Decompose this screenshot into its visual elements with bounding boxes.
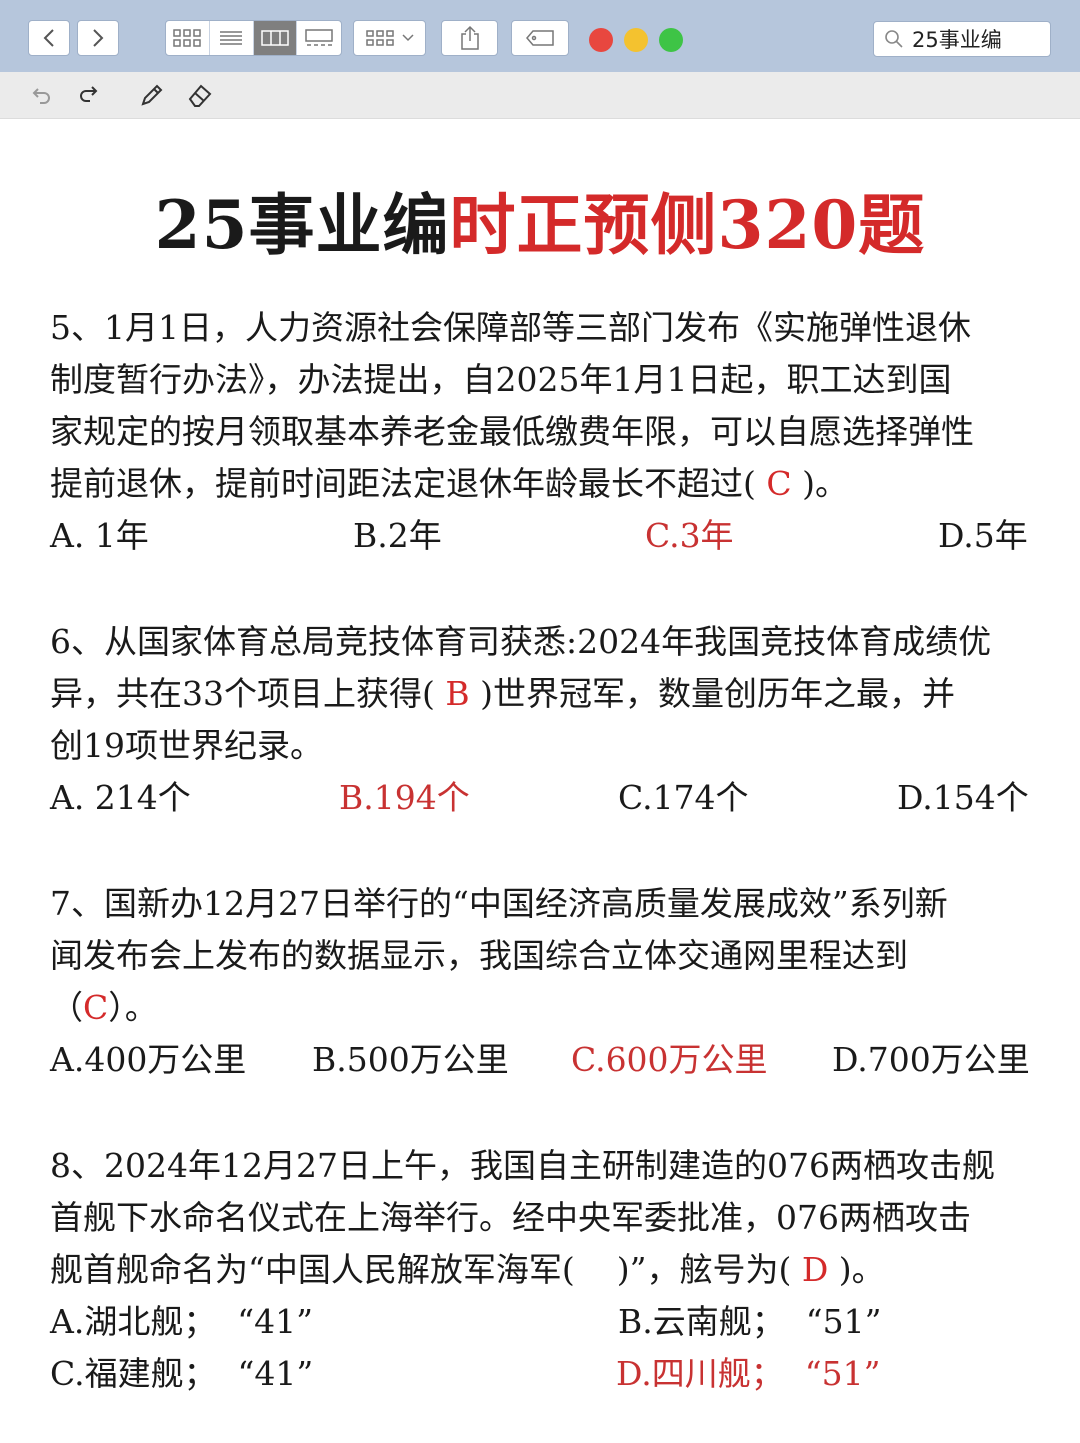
- group-grid-icon: [365, 30, 394, 46]
- option: B.500万公里: [312, 1040, 509, 1079]
- eraser-button[interactable]: [186, 81, 214, 109]
- question-text: )世界冠军，数量创历年之最，并: [480, 674, 956, 713]
- tag-icon: [526, 30, 554, 46]
- pencil-button[interactable]: [138, 81, 166, 109]
- option: C.福建舰； “41”: [50, 1354, 314, 1393]
- correct-option: D.四川舰； “51”: [616, 1354, 881, 1393]
- tag-button[interactable]: [511, 20, 569, 56]
- correct-option: C.600万公里: [571, 1040, 768, 1079]
- question-text: )。: [802, 464, 848, 503]
- title-black: 25事业编: [154, 186, 450, 264]
- options-8-row2: C.福建舰； “41” D.四川舰； “51”: [50, 1348, 1040, 1400]
- column-view-button[interactable]: [253, 21, 298, 55]
- question-7: 7、国新办12月27日举行的“中国经济高质量发展成效”系列新 闻发布会上发布的数…: [50, 878, 1040, 1034]
- option: B.2年: [353, 516, 442, 555]
- question-text: （: [50, 988, 83, 1027]
- option: B.云南舰； “51”: [618, 1302, 882, 1341]
- option: A. 1年: [50, 516, 149, 555]
- undo-icon: [32, 88, 50, 104]
- question-text: ）。: [108, 988, 158, 1027]
- question-line: 5、1月1日，人力资源社会保障部等三部门发布《实施弹性退休: [50, 308, 971, 347]
- gallery-icon: [305, 29, 333, 46]
- redo-button[interactable]: [74, 81, 102, 109]
- options-7: A.400万公里 B.500万公里 C.600万公里 D.700万公里: [50, 1034, 1040, 1086]
- pencil-icon: [141, 84, 163, 106]
- question-text: 异，共在33个项目上获得(: [50, 674, 435, 713]
- question-6: 6、从国家体育总局竞技体育司获悉:2024年我国竞技体育成绩优 异，共在33个项…: [50, 616, 1040, 772]
- eraser-icon: [188, 84, 212, 107]
- option: A.湖北舰； “41”: [50, 1302, 314, 1341]
- option: A. 214个: [50, 778, 191, 817]
- search-field[interactable]: 25事业编: [873, 21, 1051, 57]
- yellow-tag-dot[interactable]: [624, 28, 648, 52]
- back-button[interactable]: [28, 20, 70, 56]
- list-view-button[interactable]: [210, 21, 254, 55]
- green-tag-dot[interactable]: [659, 28, 683, 52]
- list-icon: [220, 31, 243, 45]
- question-line: 7、国新办12月27日举行的“中国经济高质量发展成效”系列新: [50, 884, 948, 923]
- grid-icon: [173, 29, 202, 47]
- correct-option: B.194个: [339, 778, 470, 817]
- question-line: 6、从国家体育总局竞技体育司获悉:2024年我国竞技体育成绩优: [50, 622, 992, 661]
- options-6: A. 214个 B.194个 C.174个 D.154个: [50, 772, 1040, 824]
- option: A.400万公里: [50, 1040, 247, 1079]
- gallery-view-button[interactable]: [297, 21, 341, 55]
- question-line: 家规定的按月领取基本养老金最低缴费年限，可以自愿选择弹性: [50, 412, 974, 451]
- question-text: )。: [838, 1250, 885, 1289]
- option: C.174个: [618, 778, 749, 817]
- question-line: 创19项世界纪录。: [50, 726, 323, 765]
- grid-view-button[interactable]: [166, 21, 210, 55]
- answer-mark: C: [766, 464, 792, 503]
- chevron-left-icon: [43, 29, 54, 47]
- options-5: A. 1年 B.2年 C.3年 D.5年: [50, 510, 1040, 562]
- chevron-right-icon: [93, 29, 104, 47]
- options-8-row1: A.湖北舰； “41” B.云南舰； “51”: [50, 1296, 1040, 1348]
- question-line: 首舰下水命名仪式在上海举行。经中央军委批准，076两栖攻击: [50, 1198, 971, 1237]
- option: D.5年: [938, 516, 1028, 555]
- group-by-dropdown[interactable]: [353, 20, 426, 56]
- answer-mark: C: [83, 988, 109, 1027]
- toolbar: 25事业编: [0, 0, 1080, 73]
- title-red: 时正预侧320题: [449, 186, 926, 264]
- correct-option: C.3年: [645, 516, 734, 555]
- question-text: 舰首舰命名为“中国人民解放军海军( )”，舷号为(: [50, 1250, 792, 1289]
- question-line: 闻发布会上发布的数据显示，我国综合立体交通网里程达到: [50, 936, 908, 975]
- answer-mark: D: [801, 1250, 829, 1289]
- question-line: 提前退休，提前时间距法定退休年龄最长不超过( C )。: [50, 458, 1040, 510]
- edit-toolbar: [0, 72, 1080, 119]
- question-line: 舰首舰命名为“中国人民解放军海军( )”，舷号为( D )。: [50, 1244, 1040, 1296]
- search-input[interactable]: 25事业编: [912, 24, 1002, 54]
- red-tag-dot[interactable]: [589, 28, 613, 52]
- question-8: 8、2024年12月27日上午，我国自主研制建造的076两栖攻击舰 首舰下水命名…: [50, 1140, 1040, 1296]
- chevron-down-icon: [401, 34, 414, 42]
- option: D.154个: [897, 778, 1029, 817]
- question-5: 5、1月1日，人力资源社会保障部等三部门发布《实施弹性退休 制度暂行办法》，办法…: [50, 302, 1040, 510]
- forward-button[interactable]: [77, 20, 119, 56]
- question-line: 8、2024年12月27日上午，我国自主研制建造的076两栖攻击舰: [50, 1146, 995, 1185]
- option: D.700万公里: [832, 1040, 1030, 1079]
- undo-button[interactable]: [28, 81, 56, 109]
- search-icon: [885, 30, 903, 48]
- share-button[interactable]: [441, 20, 498, 56]
- question-line: 制度暂行办法》，办法提出，自2025年1月1日起，职工达到国: [50, 360, 952, 399]
- question-line: （C）。: [50, 982, 1040, 1034]
- question-text: 提前退休，提前时间距法定退休年龄最长不超过(: [50, 464, 756, 503]
- columns-icon: [261, 30, 289, 46]
- view-mode-selector: [165, 20, 342, 56]
- redo-icon: [80, 86, 98, 102]
- answer-mark: B: [445, 674, 470, 713]
- question-line: 异，共在33个项目上获得( B )世界冠军，数量创历年之最，并: [50, 668, 1040, 720]
- page-title: 25事业编时正预侧320题: [0, 172, 1080, 268]
- share-icon: [460, 25, 479, 50]
